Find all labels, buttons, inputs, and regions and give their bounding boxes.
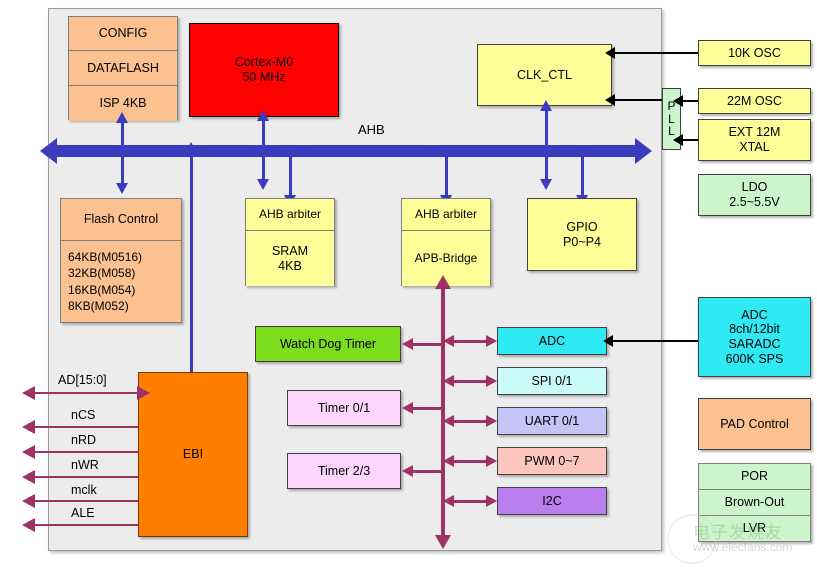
ahb-arbiter-bridge-cell: AHB arbiter (402, 199, 490, 231)
arrow-pll-feed-clkctl (605, 94, 616, 106)
watermark-text-url: www.elecfans.com (693, 540, 793, 554)
osc-22m-block: 22M OSC (698, 88, 811, 114)
signal-line-ale (22, 518, 138, 532)
arrow-cpu-to-ahb-down (257, 150, 269, 190)
arrow-apb-spi (443, 375, 497, 387)
arrow-osc10k-to-clkctl (605, 47, 698, 59)
signal-label-nrd: nRD (71, 433, 97, 447)
signal-line-mclk (22, 494, 138, 508)
flash-size-list: 64KB(M0516) 32KB(M058) 16KB(M054) 8KB(M0… (61, 241, 181, 322)
signal-label-mclk: mclk (71, 483, 97, 497)
cpu-core-block: Cortex-M0 50 MHz (189, 23, 339, 117)
arrow-clkctl-to-ahb-down (540, 150, 552, 190)
arrow-osc22m-to-pll (673, 95, 698, 107)
cpu-speed: 50 MHz (242, 70, 286, 84)
arrow-apb-adc (443, 335, 497, 347)
arrow-ahb-to-bridge (440, 152, 452, 206)
arrow-apb-timer01 (402, 402, 442, 414)
arrow-apb-i2c (443, 495, 497, 507)
arrow-xtal-to-pll (673, 134, 698, 146)
clk-ctl-block: CLK_CTL (477, 44, 612, 106)
sram-cell: SRAM 4KB (246, 231, 334, 286)
line-pll-to-clkctl (614, 99, 662, 101)
signal-label-ncs: nCS (71, 408, 96, 422)
ext-xtal-block: EXT 12M XTAL (698, 119, 811, 161)
apb-bridge-block: AHB arbiter APB-Bridge (401, 198, 491, 286)
osc-10k-block: 10K OSC (698, 40, 811, 66)
block-diagram-canvas: CONFIG DATAFLASH ISP 4KB Cortex-M0 50 MH… (0, 0, 817, 570)
signal-line-ad-bus (22, 386, 150, 400)
signal-label-ad-bus: AD[15:0] (58, 373, 107, 387)
flash-controller-stack: Flash Control 64KB(M0516) 32KB(M058) 16K… (60, 198, 182, 323)
arrow-ahb-to-sram (284, 152, 296, 206)
por-cell: POR (699, 464, 810, 490)
pwm-block: PWM 0~7 (497, 447, 607, 475)
ldo-block: LDO 2.5~5.5V (698, 174, 811, 216)
config-cell: CONFIG (69, 17, 177, 51)
dataflash-cell: DATAFLASH (69, 51, 177, 86)
lvr-cell: LVR (699, 516, 810, 541)
signal-label-ale: ALE (71, 506, 95, 520)
arrow-apb-uart (443, 415, 497, 427)
arrow-apb-timer23 (402, 465, 442, 477)
i2c-block: I2C (497, 487, 607, 515)
signal-line-ncs (22, 420, 138, 434)
arrow-clkctl-to-ahb-up (540, 100, 552, 150)
spi-block: SPI 0/1 (497, 367, 607, 395)
arrow-ahb-to-gpio (576, 152, 588, 206)
signal-line-nwr (22, 470, 138, 484)
timer-01-block: Timer 0/1 (287, 390, 401, 426)
uart-block: UART 0/1 (497, 407, 607, 435)
ahb-bus (40, 138, 652, 164)
arrow-cpu-to-ahb-up (257, 110, 269, 152)
pad-control-block: PAD Control (698, 398, 811, 450)
flash-controller-title: Flash Control (61, 199, 181, 241)
ahb-bus-label: AHB (358, 122, 385, 137)
sram-block: AHB arbiter SRAM 4KB (245, 198, 335, 286)
arrow-apb-pwm (443, 455, 497, 467)
ahb-arbiter-sram-cell: AHB arbiter (246, 199, 334, 231)
gpio-block: GPIO P0~P4 (527, 198, 637, 271)
arrow-apb-watchdog (402, 338, 442, 350)
adc-periph-block: ADC (497, 327, 607, 355)
arrow-adc-to-analog (603, 335, 698, 347)
timer-23-block: Timer 2/3 (287, 453, 401, 489)
embedded-flash-stack: CONFIG DATAFLASH ISP 4KB (68, 16, 178, 121)
adc-detail-block: ADC 8ch/12bit SARADC 600K SPS (698, 297, 811, 377)
reset-monitor-stack: POR Brown-Out LVR (698, 463, 811, 542)
watchdog-timer-block: Watch Dog Timer (255, 326, 401, 362)
arrow-flash-to-ahb-up (116, 112, 128, 152)
signal-label-nwr: nWR (71, 458, 99, 472)
brown-out-cell: Brown-Out (699, 490, 810, 516)
arrow-ahb-to-flashctl (116, 152, 128, 194)
signal-line-nrd (22, 445, 138, 459)
cpu-name: Cortex-M0 (234, 55, 294, 70)
arrow-ahb-to-ebi (185, 152, 197, 387)
ebi-block: EBI (138, 372, 248, 537)
